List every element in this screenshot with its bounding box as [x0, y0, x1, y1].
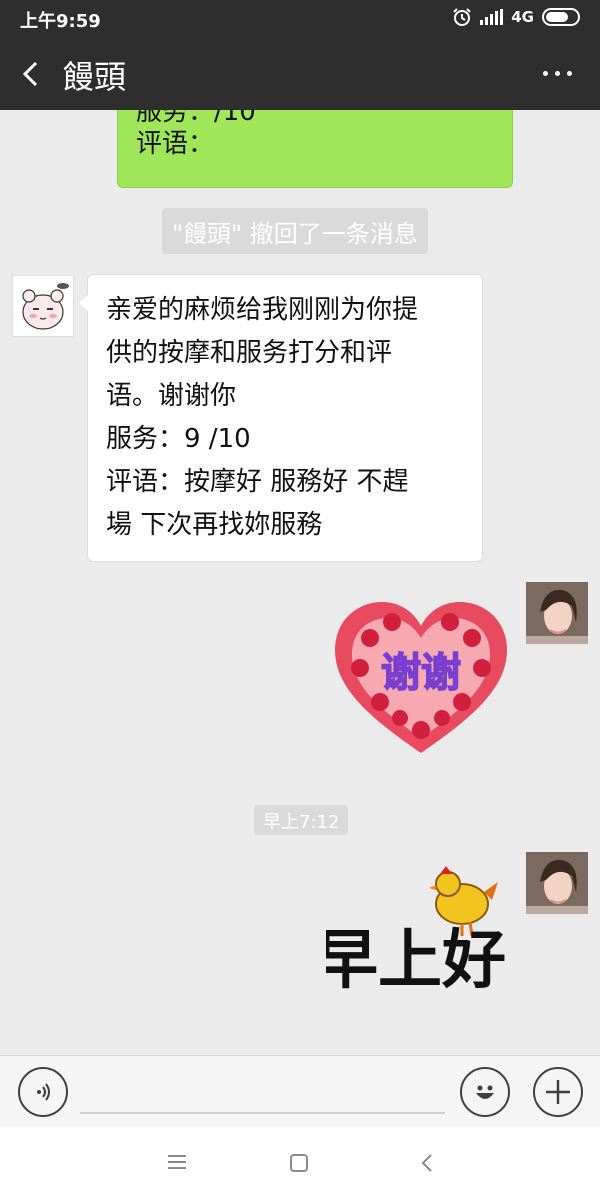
good-morning-text: 早上好 [326, 923, 506, 998]
status-time: 上午9:59 [20, 11, 101, 32]
message-line: 供的按摩和服务打分和评 [106, 338, 393, 368]
message-line: 语。谢谢你 [106, 381, 237, 411]
contact-avatar[interactable] [12, 275, 74, 337]
received-message-text: 亲爱的麻烦给我刚刚为你提 供的按摩和服务打分和评 语。谢谢你 服务：9 /10 … [106, 289, 472, 547]
message-input[interactable] [80, 1112, 445, 1114]
chat-area[interactable]: 服务：/10 评语： "饅頭" 撤回了一条消息 亲爱的麻烦给我刚刚为你提 供的按… [0, 110, 600, 1055]
message-line: 评语：按摩好 服務好 不趕 [106, 467, 409, 497]
battery-icon [542, 8, 580, 26]
message-line: 服务：9 /10 [106, 424, 251, 454]
sent-message-bubble[interactable]: 服务：/10 评语： [117, 110, 513, 188]
message-line: 亲爱的麻烦给我刚刚为你提 [106, 295, 419, 325]
chat-header: 饅頭 [0, 36, 600, 110]
thanks-sticker-text: 谢谢 [381, 650, 461, 696]
my-avatar[interactable] [526, 852, 588, 914]
status-bar: 上午9:59 4G [0, 0, 600, 36]
system-nav-bar [0, 1127, 600, 1200]
menu-icon[interactable] [168, 1155, 186, 1169]
my-avatar[interactable] [526, 582, 588, 644]
plus-icon[interactable] [533, 1067, 583, 1117]
message-line: 場 下次再找妳服務 [106, 510, 323, 540]
thanks-sticker[interactable]: 谢谢 [330, 598, 512, 758]
more-dots-icon[interactable] [543, 71, 572, 76]
voice-icon[interactable] [18, 1067, 68, 1117]
status-icons: 4G [452, 7, 580, 27]
network-type: 4G [511, 8, 534, 26]
alarm-icon [453, 8, 471, 26]
recall-notice: "饅頭" 撤回了一条消息 [162, 208, 428, 254]
input-bar [0, 1055, 600, 1127]
back-icon[interactable] [420, 1153, 434, 1173]
emoji-icon[interactable] [460, 1067, 510, 1117]
received-message-bubble[interactable]: 亲爱的麻烦给我刚刚为你提 供的按摩和服务打分和评 语。谢谢你 服务：9 /10 … [79, 274, 483, 562]
timestamp-pill: 早上7:12 [254, 805, 349, 835]
good-morning-sticker[interactable]: 早上好 [326, 852, 510, 1012]
sent-message-line: 评语： [136, 129, 215, 159]
home-icon[interactable] [290, 1154, 308, 1172]
signal-icon [480, 9, 504, 25]
chat-title: 饅頭 [62, 58, 127, 96]
back-chevron-icon[interactable] [20, 60, 42, 88]
